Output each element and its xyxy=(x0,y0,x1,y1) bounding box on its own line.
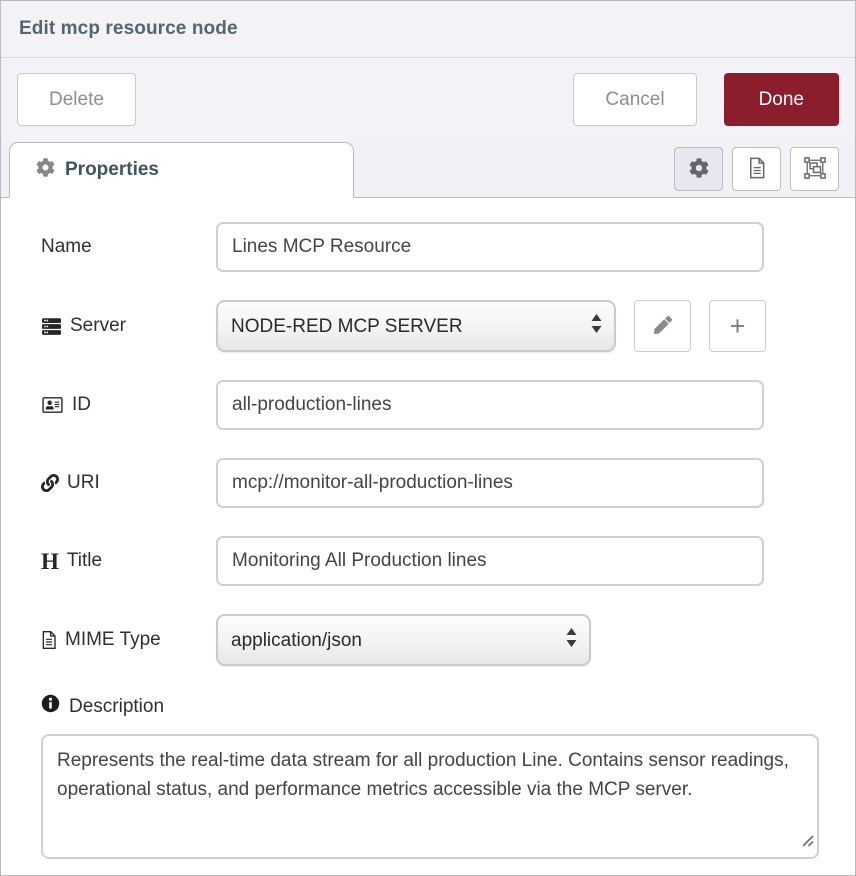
uri-label-text: URI xyxy=(67,472,100,494)
link-icon xyxy=(41,474,59,492)
form-row-name: Name xyxy=(41,222,855,272)
mime-label: MIME Type xyxy=(41,629,216,651)
delete-button[interactable]: Delete xyxy=(17,73,136,126)
appearance-tab-button[interactable] xyxy=(790,147,839,191)
title-label: H Title xyxy=(41,550,216,573)
file-text-icon xyxy=(747,157,767,182)
id-input[interactable] xyxy=(216,380,764,430)
name-label: Name xyxy=(41,236,216,258)
edit-server-button[interactable] xyxy=(634,300,691,352)
plus-icon: + xyxy=(730,313,746,340)
uri-input[interactable] xyxy=(216,458,764,508)
form-row-title: H Title xyxy=(41,536,855,586)
form-row-mime: MIME Type application/json xyxy=(41,614,855,666)
description-label: Description xyxy=(41,694,855,719)
id-label-text: ID xyxy=(72,394,91,416)
server-select-wrap: NODE-RED MCP SERVER xyxy=(216,300,616,352)
file-icon xyxy=(41,630,57,650)
server-label-text: Server xyxy=(70,315,126,337)
properties-form: Name Server NODE-RED MCP SERVER xyxy=(1,198,855,859)
title-input[interactable] xyxy=(216,536,764,586)
form-row-id: ID xyxy=(41,380,855,430)
dialog-title: Edit mcp resource node xyxy=(19,18,238,40)
gear-icon xyxy=(689,158,709,181)
mime-label-text: MIME Type xyxy=(65,629,161,651)
description-tab-button[interactable] xyxy=(732,147,781,191)
id-card-icon xyxy=(41,396,64,414)
mime-type-select[interactable]: application/json xyxy=(216,614,591,666)
mime-select-wrap: application/json xyxy=(216,614,591,666)
uri-label: URI xyxy=(41,472,216,494)
server-icon xyxy=(41,317,62,336)
tab-properties[interactable]: Properties xyxy=(9,142,354,198)
tab-properties-label: Properties xyxy=(65,159,159,181)
server-select[interactable]: NODE-RED MCP SERVER xyxy=(216,300,616,352)
description-field-wrap: Represents the real-time data stream for… xyxy=(41,734,819,859)
pencil-icon xyxy=(654,316,672,337)
server-label: Server xyxy=(41,315,216,337)
edit-node-dialog: Edit mcp resource node Delete Cancel Don… xyxy=(0,0,856,876)
done-button[interactable]: Done xyxy=(724,73,839,126)
title-label-text: Title xyxy=(67,550,102,572)
properties-tab-button[interactable] xyxy=(674,147,723,191)
description-textarea[interactable]: Represents the real-time data stream for… xyxy=(41,734,819,859)
info-icon xyxy=(41,694,60,719)
id-label: ID xyxy=(41,394,216,416)
description-label-text: Description xyxy=(69,696,164,718)
object-group-icon xyxy=(804,157,826,182)
dialog-header: Edit mcp resource node xyxy=(1,1,855,58)
add-server-button[interactable]: + xyxy=(709,300,766,352)
tab-bar: Properties xyxy=(1,141,855,198)
header-icon: H xyxy=(41,550,59,573)
form-row-server: Server NODE-RED MCP SERVER + xyxy=(41,300,855,352)
form-row-uri: URI xyxy=(41,458,855,508)
cancel-button[interactable]: Cancel xyxy=(573,73,696,126)
tab-toolbar xyxy=(674,147,839,191)
dialog-button-bar: Delete Cancel Done xyxy=(1,58,855,141)
name-label-text: Name xyxy=(41,236,92,258)
name-input[interactable] xyxy=(216,222,764,272)
gear-icon xyxy=(36,158,55,183)
